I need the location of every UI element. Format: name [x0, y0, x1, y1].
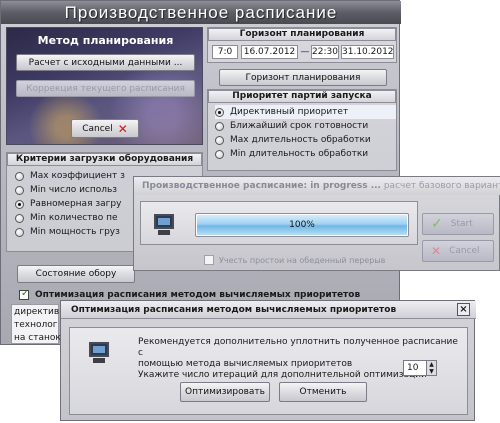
criteria-option-label: Равномерная загру — [30, 199, 122, 209]
criteria-option-label: Min число использ — [30, 185, 118, 195]
optimization-checkbox-label: Оптимизация расписания методом вычисляем… — [35, 290, 361, 300]
radio-icon — [15, 227, 24, 237]
progress-cancel-button-label: Cancel — [449, 246, 480, 256]
start-time-field[interactable]: 7:0 — [212, 45, 238, 59]
optimization-inner-panel: Рекомендуется дополнительно уплотнить по… — [69, 327, 468, 415]
start-button-label: Start — [450, 219, 473, 229]
progress-cancel-button[interactable]: ✕ Cancel — [422, 240, 494, 262]
horizon-group: Горизонт планирования 7:0 16.07.2012 — 2… — [207, 27, 397, 63]
lunch-break-checkbox-row[interactable]: Учесть простои на обеденный перерыв — [204, 254, 385, 266]
check-icon: ✓ — [431, 216, 443, 232]
dialog-cancel-button[interactable]: Отменить — [279, 382, 367, 402]
radio-icon — [15, 185, 24, 195]
priority-option-label: Ближайший срок готовности — [230, 121, 369, 131]
priority-option-directive[interactable]: Директивный приоритет — [215, 105, 396, 119]
cancel-x-icon: ✕ — [117, 121, 128, 136]
date-separator: — — [300, 47, 310, 57]
radio-checked-icon — [15, 199, 24, 209]
priority-option-max-duration[interactable]: Max длительность обработки — [215, 133, 396, 147]
planning-method-panel: Метод планирования Расчет с исходными да… — [6, 27, 203, 145]
optimization-dialog: Оптимизация расписания методом вычисляем… — [60, 300, 476, 421]
spin-down-icon[interactable]: ▼ — [426, 368, 436, 375]
info-line: технолог — [14, 320, 58, 330]
optimize-button[interactable]: Оптимизировать — [180, 382, 270, 402]
progress-bar: 100% — [195, 213, 409, 237]
info-text-area: директив технолог на станок — [11, 304, 61, 344]
priority-option-label: Min длительность обработки — [230, 149, 369, 159]
spin-up-icon[interactable]: ▲ — [426, 361, 436, 368]
radio-icon — [15, 171, 24, 181]
close-icon[interactable]: × — [457, 303, 470, 316]
monitor-icon — [88, 342, 110, 364]
criteria-option-label: Max коэффициент з — [30, 171, 125, 181]
progress-window-title: Производственное расписание: in progress… — [134, 177, 500, 195]
info-line: директив — [14, 307, 60, 317]
cancel-x-icon: ✕ — [431, 244, 442, 258]
batch-priority-title: Приоритет партий запуска — [208, 90, 396, 103]
lunch-break-checkbox-label: Учесть простои на обеденный перерыв — [219, 255, 386, 265]
radio-icon — [15, 213, 24, 223]
radio-icon — [215, 121, 224, 131]
radio-checked-icon — [215, 107, 224, 117]
priority-option-label: Max длительность обработки — [230, 135, 371, 145]
end-date-field[interactable]: 31.10.2012 — [341, 45, 394, 59]
load-criteria-title: Критерии загрузки оборудования — [7, 153, 202, 166]
criteria-option-label: Min мощность груз — [30, 227, 120, 237]
radio-icon — [215, 149, 224, 159]
main-window-title: Производственное расписание — [1, 1, 401, 24]
iterations-spinner[interactable]: 10 ▲ ▼ — [403, 360, 437, 376]
planning-method-title: Метод планирования — [37, 34, 174, 47]
monitor-icon — [153, 214, 175, 236]
progress-window: Производственное расписание: in progress… — [133, 176, 500, 271]
correct-schedule-button[interactable]: Коррекция текущего расписания — [16, 80, 195, 97]
cancel-button[interactable]: Cancel ✕ — [71, 119, 139, 138]
optimization-dialog-title: Оптимизация расписания методом вычисляем… — [61, 301, 476, 319]
priority-option-nearest-deadline[interactable]: Ближайший срок готовности — [215, 119, 396, 133]
priority-option-min-duration[interactable]: Min длительность обработки — [215, 147, 396, 161]
end-time-field[interactable]: 22:30 — [311, 45, 339, 59]
batch-priority-group: Приоритет партий запуска Директивный при… — [207, 89, 397, 171]
horizon-title: Горизонт планирования — [208, 28, 396, 41]
priority-option-label: Директивный приоритет — [230, 107, 349, 117]
checkbox-icon — [204, 255, 214, 265]
progress-percent-label: 100% — [289, 220, 315, 230]
cancel-button-label: Cancel — [82, 123, 113, 134]
info-line: на станок — [14, 333, 61, 343]
progress-inner-panel: 100% — [140, 201, 418, 245]
start-button[interactable]: ✓ Start — [422, 213, 494, 235]
message-line: Рекомендуется дополнительно уплотнить по… — [138, 337, 458, 358]
progress-title-detail: расчет базового варианта — [380, 181, 500, 191]
equipment-state-button[interactable]: Состояние обору — [17, 265, 135, 283]
start-date-field[interactable]: 16.07.2012 — [241, 45, 298, 59]
radio-icon — [215, 135, 224, 145]
calc-with-source-data-button[interactable]: Расчет с исходными данными ... — [16, 54, 195, 71]
progress-title-main: Производственное расписание: in progress… — [142, 181, 381, 191]
criteria-option-label: Min количество пе — [30, 213, 118, 223]
main-window: Производственное расписание Метод планир… — [0, 0, 401, 345]
checkbox-checked-icon: ✓ — [19, 288, 30, 300]
horizon-button[interactable]: Горизонт планирования — [219, 69, 387, 86]
iterations-value: 10 — [407, 363, 419, 373]
